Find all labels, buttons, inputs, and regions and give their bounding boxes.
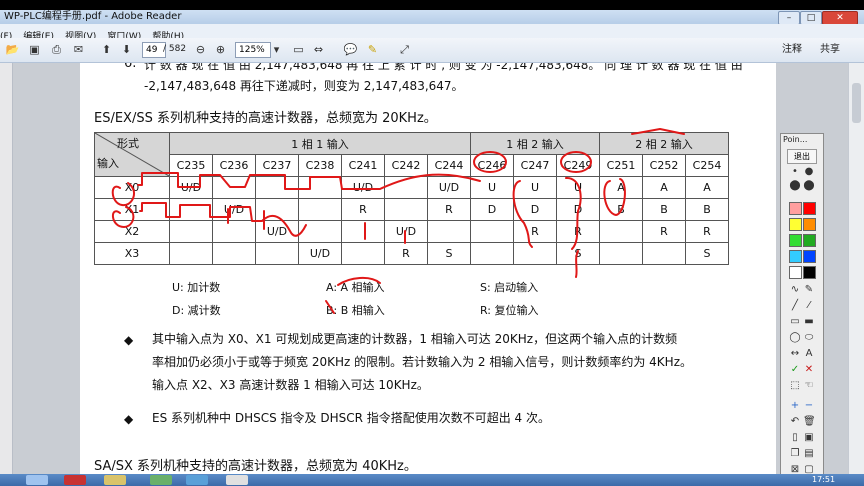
ink-circle-x0: [111, 182, 136, 207]
zoom-in-icon[interactable]: ⊕: [212, 41, 229, 58]
comment-bubble-icon[interactable]: 💬: [342, 41, 359, 58]
taskbar-app-icon[interactable]: [150, 475, 172, 485]
pen-xlarge-icon[interactable]: ⬤: [803, 180, 815, 191]
ink-waveform-top: [137, 172, 481, 190]
next-page-icon[interactable]: ⬇: [118, 41, 135, 58]
ink-underline-group3: [631, 128, 685, 135]
line-tool-icon[interactable]: ╱: [789, 300, 801, 311]
color-swatch-yellow[interactable]: [789, 218, 802, 231]
navigation-pane-strip[interactable]: [0, 63, 13, 474]
pen-small-icon[interactable]: •: [789, 166, 801, 177]
hand-tool-icon[interactable]: ☜: [803, 380, 815, 391]
open-folder-icon[interactable]: 📂: [4, 41, 21, 58]
color-swatch-pink[interactable]: [789, 202, 802, 215]
zoom-level-input[interactable]: 125%: [235, 42, 271, 58]
color-swatch-blue[interactable]: [803, 250, 816, 263]
undo-icon[interactable]: ↶: [789, 416, 801, 427]
ellipse-tool-icon[interactable]: ◯: [789, 332, 801, 343]
ink-loop-c247: [512, 180, 533, 248]
expand-icon[interactable]: ⤢: [396, 41, 413, 58]
top-black-band: [0, 0, 864, 10]
pen-large-icon[interactable]: ⬤: [789, 180, 801, 191]
ink-waveform-bottom: [139, 202, 307, 237]
ink-panel-title: Poin...: [783, 135, 808, 144]
scrollbar-thumb[interactable]: [852, 83, 861, 123]
comment-button[interactable]: 注释: [782, 41, 802, 58]
red-ink-marks: [111, 128, 685, 314]
ink-ticks: [227, 208, 406, 244]
prev-page-icon[interactable]: ⬆: [98, 41, 115, 58]
menu-bar: (F) 编辑(E) 视图(V) 窗口(W) 帮助(H): [0, 24, 864, 42]
fill-ellipse-tool-icon[interactable]: ⬭: [803, 332, 815, 343]
highlight-icon[interactable]: ✎: [364, 41, 381, 58]
window-title: WP-PLC编程手册.pdf - Adobe Reader: [4, 11, 182, 22]
ink-loop-c249: [565, 176, 582, 250]
paste-icon[interactable]: ▤: [803, 448, 815, 459]
slash-tool-icon[interactable]: ⁄: [803, 300, 815, 311]
text-tool-icon[interactable]: A: [803, 348, 815, 359]
color-swatch-white[interactable]: [789, 266, 802, 279]
arrow-tool-icon[interactable]: ↔: [789, 348, 801, 359]
save-ink-icon[interactable]: ▣: [803, 432, 815, 443]
copy-icon[interactable]: ❐: [789, 448, 801, 459]
taskbar-folder-icon[interactable]: [104, 475, 126, 485]
check-icon[interactable]: ✓: [789, 364, 801, 375]
color-swatch-orange[interactable]: [803, 218, 816, 231]
cross-icon[interactable]: ✕: [803, 364, 815, 375]
select-tool-icon[interactable]: ⬚: [789, 380, 801, 391]
pen-tool-icon[interactable]: ✎: [803, 284, 815, 295]
rect-tool-icon[interactable]: ▭: [789, 316, 801, 327]
clear-icon[interactable]: ⊠: [789, 464, 801, 474]
curve-tool-icon[interactable]: ∿: [789, 284, 801, 295]
print-icon[interactable]: ⎙: [48, 41, 65, 58]
new-page-icon[interactable]: ▯: [789, 432, 801, 443]
taskbar-app-icon[interactable]: [186, 475, 208, 485]
title-bar: WP-PLC编程手册.pdf - Adobe Reader: [0, 10, 864, 24]
zoom-dropdown-icon[interactable]: ▾: [268, 41, 285, 58]
taskbar-app-icon[interactable]: [226, 475, 248, 485]
fill-rect-tool-icon[interactable]: ▬: [803, 316, 815, 327]
ink-mark-b: [325, 300, 335, 314]
maximize-button[interactable]: □: [800, 11, 822, 25]
color-swatch-red[interactable]: [803, 202, 816, 215]
ink-circle-c246: [473, 151, 507, 173]
document-viewport: 6. 计 数 器 现 在 值 由 2,147,483,648 再 往 上 累 计…: [0, 63, 864, 474]
ink-exit-button[interactable]: 退出: [787, 149, 817, 164]
taskbar-app-icon[interactable]: [26, 475, 48, 485]
close-button[interactable]: ✕: [822, 11, 858, 25]
save-icon[interactable]: ▣: [26, 41, 43, 58]
minimize-button[interactable]: –: [778, 11, 800, 25]
vertical-scrollbar[interactable]: [848, 63, 864, 474]
add-icon[interactable]: +: [789, 400, 801, 411]
taskbar: 17:51: [0, 474, 864, 486]
pen-medium-icon[interactable]: ●: [803, 166, 815, 177]
zoom-out-icon[interactable]: ⊖: [192, 41, 209, 58]
pdf-page: 6. 计 数 器 现 在 值 由 2,147,483,648 再 往 上 累 计…: [80, 63, 776, 474]
color-swatch-cyan[interactable]: [789, 250, 802, 263]
ink-circle-x1: [112, 206, 135, 228]
pointer-ink-panel: Poin... 退出 • ● ⬤ ⬤ ∿ ✎ ╱ ⁄ ▭ ▬ ◯ ⬭ ↔ A ✓…: [780, 133, 824, 474]
taskbar-reader-icon[interactable]: [64, 475, 86, 485]
screen-icon[interactable]: ▢: [803, 464, 815, 474]
color-swatch-green[interactable]: [789, 234, 802, 247]
email-icon[interactable]: ✉: [70, 41, 87, 58]
ink-curve-a: [337, 277, 381, 286]
ink-mark-s: [575, 250, 579, 278]
page-total: / 582: [163, 44, 187, 54]
minus-icon[interactable]: −: [803, 400, 815, 411]
taskbar-clock: 17:51: [812, 475, 836, 484]
share-button[interactable]: 共享: [820, 41, 840, 58]
ink-circle-c249: [560, 151, 592, 173]
color-swatch-black[interactable]: [803, 266, 816, 279]
ink-loop-c251: [603, 178, 626, 216]
trash-icon[interactable]: 🗑: [803, 416, 816, 427]
color-swatch-darkgreen[interactable]: [803, 234, 816, 247]
toolbar: 📂 ▣ ⎙ ✉ ⬆ ⬇ 49 / 582 ⊖ ⊕ 125% ▾ ▭ ⇔ 💬 ✎ …: [0, 38, 864, 63]
fit-width-icon[interactable]: ⇔: [310, 41, 327, 58]
fit-page-icon[interactable]: ▭: [290, 41, 307, 58]
